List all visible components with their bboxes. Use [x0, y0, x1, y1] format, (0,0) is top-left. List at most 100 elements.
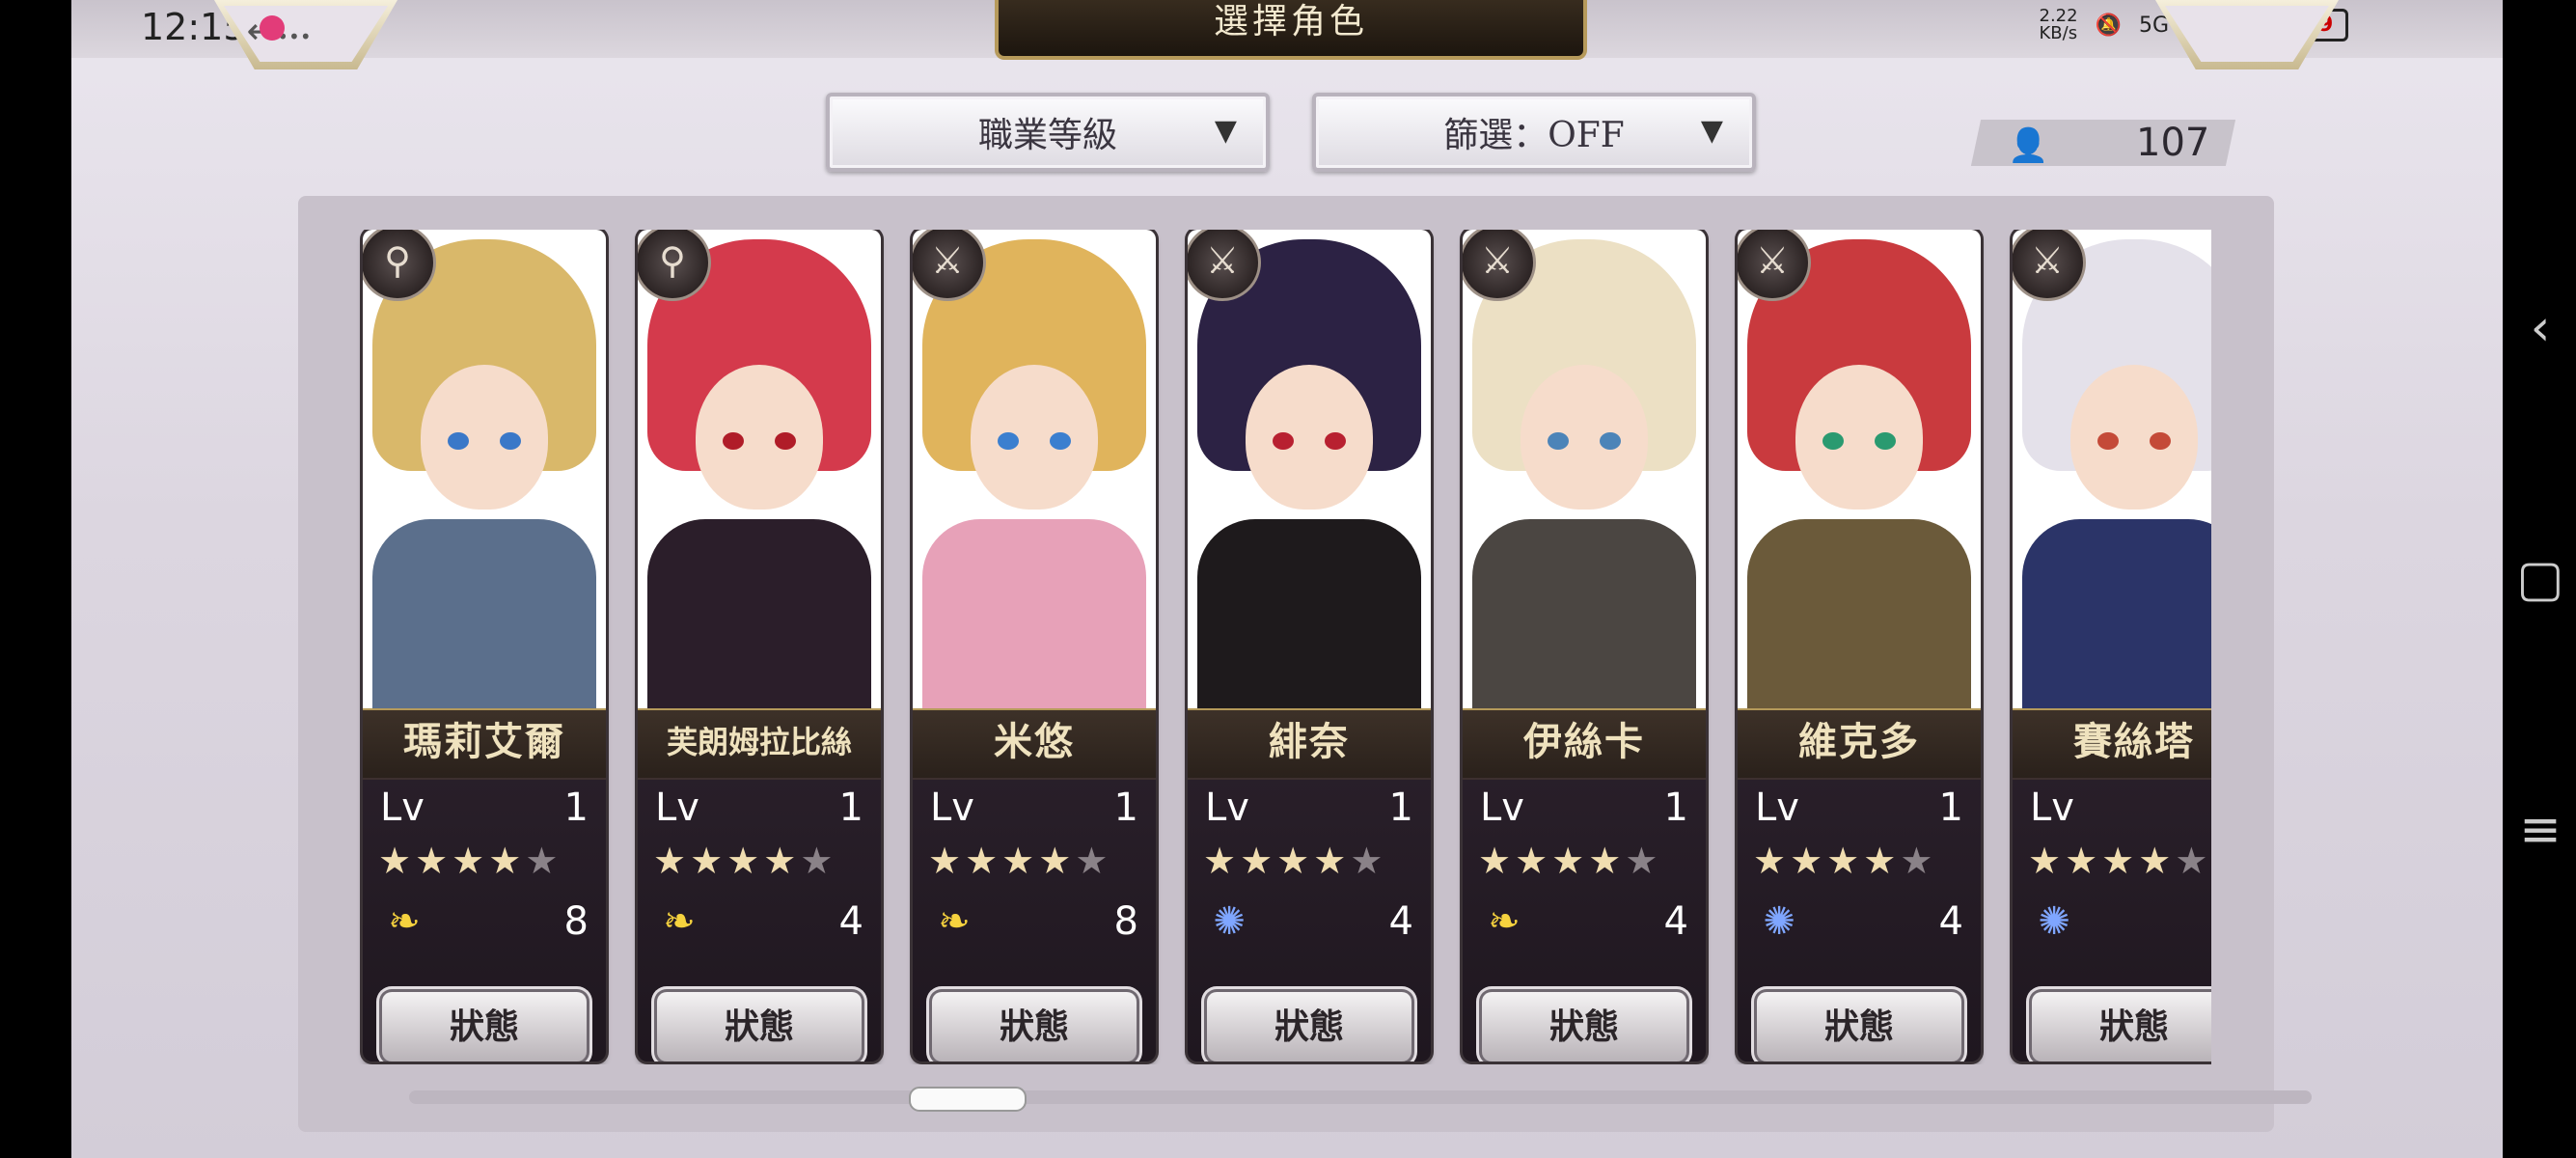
wind-icon: ❧ [663, 899, 696, 944]
nav-menu-icon[interactable]: ≡ [2505, 791, 2576, 868]
filter-dropdown[interactable]: 篩選：OFF ▼ [1312, 93, 1756, 172]
star-filled-icon: ★ [1588, 840, 1626, 882]
portrait-eye [1325, 432, 1346, 450]
character-name: 芙朗姆拉比絲 [638, 708, 881, 780]
scrollbar-thumb[interactable] [909, 1087, 1027, 1112]
star-filled-icon: ★ [1276, 840, 1314, 882]
star-filled-icon: ★ [1038, 840, 1076, 882]
star-filled-icon: ★ [1551, 840, 1589, 882]
star-empty-icon: ★ [1350, 840, 1387, 882]
chevron-down-icon: ▼ [1700, 114, 1723, 148]
character-stats: Lv 1 ★★★★★ ❧ 4 狀態 [638, 778, 881, 1062]
portrait-eye [1875, 432, 1896, 450]
rarity-stars: ★★★★★ [928, 840, 1111, 882]
star-filled-icon: ★ [1203, 840, 1241, 882]
star-filled-icon: ★ [1313, 840, 1351, 882]
character-portrait [1738, 230, 1981, 708]
level-value: 1 [1113, 786, 1138, 830]
level-value: 1 [1663, 786, 1688, 830]
level-label: Lv [1755, 786, 1799, 830]
signal-label: 5G [2138, 13, 2170, 38]
star-filled-icon: ★ [1863, 840, 1901, 882]
menu-dot-icon[interactable] [260, 15, 285, 41]
character-portrait [2013, 230, 2211, 708]
status-button[interactable]: 狀態 [1482, 992, 1686, 1062]
water-icon: ✺ [1213, 899, 1246, 944]
character-card[interactable]: ⚔ 賽絲塔 Lv 1 ★★★★★ ✺ 4 狀態 [2013, 230, 2211, 1062]
level-label: Lv [2030, 786, 2074, 830]
character-name: 賽絲塔 [2013, 708, 2211, 780]
status-button[interactable]: 狀態 [382, 992, 587, 1062]
character-stats: Lv 1 ★★★★★ ✺ 4 狀態 [1188, 778, 1431, 1062]
star-filled-icon: ★ [1826, 840, 1864, 882]
character-card[interactable]: ⚔ 緋奈 Lv 1 ★★★★★ ✺ 4 狀態 [1188, 230, 1431, 1062]
character-card[interactable]: ⚔ 維克多 Lv 1 ★★★★★ ✺ 4 狀態 [1738, 230, 1981, 1062]
star-filled-icon: ★ [726, 840, 764, 882]
nav-home-icon[interactable]: ▢ [2505, 540, 2576, 618]
portrait-face [421, 365, 548, 510]
wind-icon: ❧ [938, 899, 971, 944]
character-portrait [913, 230, 1156, 708]
portrait-body [2022, 519, 2211, 708]
scrollbar-track[interactable] [409, 1090, 2312, 1104]
star-filled-icon: ★ [653, 840, 691, 882]
star-filled-icon: ★ [1240, 840, 1277, 882]
status-button[interactable]: 狀態 [2032, 992, 2211, 1062]
mute-icon: 🔕 [2095, 13, 2122, 38]
portrait-eye [1822, 432, 1844, 450]
star-filled-icon: ★ [965, 840, 1002, 882]
star-filled-icon: ★ [378, 840, 416, 882]
character-card[interactable]: ⚔ 米悠 Lv 1 ★★★★★ ❧ 8 狀態 [913, 230, 1156, 1062]
nav-back-icon[interactable]: ‹ [2505, 290, 2576, 367]
wind-icon: ❧ [388, 899, 421, 944]
character-card[interactable]: ⚔ 伊絲卡 Lv 1 ★★★★★ ❧ 4 狀態 [1463, 230, 1706, 1062]
character-stats: Lv 1 ★★★★★ ✺ 4 狀態 [2013, 778, 2211, 1062]
star-filled-icon: ★ [2138, 840, 2176, 882]
portrait-body [1472, 519, 1696, 708]
wind-icon: ❧ [1488, 899, 1521, 944]
character-stats: Lv 1 ★★★★★ ❧ 8 狀態 [913, 778, 1156, 1062]
character-portrait [1188, 230, 1431, 708]
sort-dropdown[interactable]: 職業等級 ▼ [826, 93, 1270, 172]
character-stats: Lv 1 ★★★★★ ❧ 8 狀態 [363, 778, 606, 1062]
portrait-eye [2097, 432, 2119, 450]
star-filled-icon: ★ [928, 840, 966, 882]
status-button[interactable]: 狀態 [932, 992, 1137, 1062]
star-filled-icon: ★ [2028, 840, 2066, 882]
star-filled-icon: ★ [2065, 840, 2102, 882]
level-value: 1 [1938, 786, 1963, 830]
status-button[interactable]: 狀態 [1207, 992, 1411, 1062]
portrait-eye [1050, 432, 1071, 450]
portrait-face [2070, 365, 2198, 510]
star-filled-icon: ★ [1478, 840, 1516, 882]
level-value: 1 [563, 786, 589, 830]
status-button[interactable]: 狀態 [657, 992, 862, 1062]
water-icon: ✺ [2038, 899, 2070, 944]
character-card[interactable]: ⚲ 瑪莉艾爾 Lv 1 ★★★★★ ❧ 8 狀態 [363, 230, 606, 1062]
cost-value: 8 [563, 899, 589, 944]
star-empty-icon: ★ [1075, 840, 1112, 882]
sort-dropdown-label: 職業等級 [977, 116, 1117, 155]
corner-ornament-right [2155, 0, 2339, 69]
character-name: 維克多 [1738, 708, 1981, 780]
character-card[interactable]: ⚲ 芙朗姆拉比絲 Lv 1 ★★★★★ ❧ 4 狀態 [638, 230, 881, 1062]
chevron-down-icon: ▼ [1214, 114, 1237, 148]
level-value: 1 [1388, 786, 1413, 830]
portrait-face [1521, 365, 1648, 510]
portrait-body [1197, 519, 1421, 708]
portrait-body [922, 519, 1146, 708]
star-filled-icon: ★ [763, 840, 801, 882]
person-icon: 👤 [2008, 126, 2049, 165]
cost-value: 4 [838, 899, 863, 944]
portrait-eye [500, 432, 521, 450]
level-label: Lv [655, 786, 699, 830]
portrait-body [372, 519, 596, 708]
status-button[interactable]: 狀態 [1757, 992, 1961, 1062]
rarity-stars: ★★★★★ [378, 840, 562, 882]
cost-value: 4 [1388, 899, 1413, 944]
page-title: 選擇角色 [995, 0, 1587, 60]
rarity-stars: ★★★★★ [2028, 840, 2211, 882]
network-speed: 2.22 KB/s [2039, 6, 2078, 43]
level-label: Lv [1480, 786, 1524, 830]
character-name: 緋奈 [1188, 708, 1431, 780]
